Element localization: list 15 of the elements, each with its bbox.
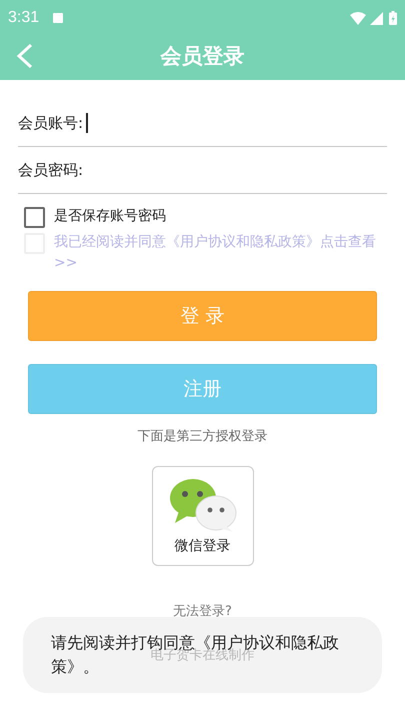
page-title: 会员登录 (159, 43, 246, 70)
notification-icon (53, 13, 64, 23)
wifi-icon (350, 12, 366, 24)
chat-bubbles-icon (168, 477, 236, 533)
input-field[interactable]: 会员账号: (18, 100, 387, 147)
checkbox[interactable] (24, 207, 45, 228)
checkbox-label: 我已经阅读并同意《用户协议和隐私政策》点击查看>> (54, 233, 377, 273)
checkbox-label: 是否保存账号密码 (54, 207, 166, 226)
cannot-login-link[interactable]: 无法登录? (0, 602, 405, 620)
input-field[interactable]: 会员密码: (18, 147, 387, 194)
status-time: 3:31 (8, 9, 40, 27)
battery-icon (389, 11, 397, 25)
third-party-caption: 下面是第三方授权登录 (136, 428, 268, 445)
signal-icon (370, 12, 383, 24)
wechat-login-button[interactable]: 微信登录 (152, 466, 254, 566)
